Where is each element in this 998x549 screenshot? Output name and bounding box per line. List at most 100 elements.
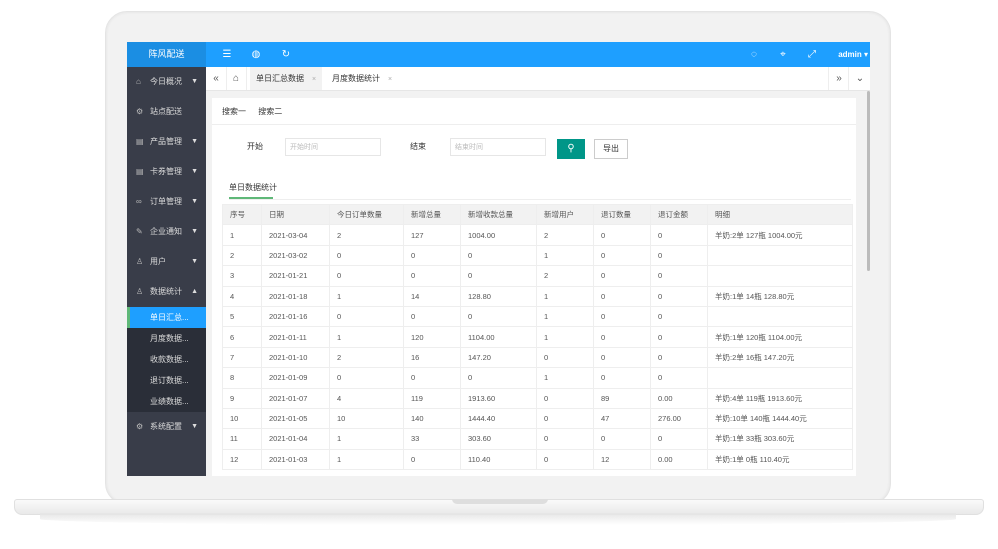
sidebar-item-users[interactable]: ♙ 用户 ▼ [127,247,206,277]
table-header-row: 序号 日期 今日订单数量 新增总量 新增收款总量 新增用户 退订数量 退订金额 明细 [222,203,853,226]
table-row[interactable]: 6 2021-01-11 1 120 1104.00 1 0 0 羊奶:1单 120瓶 1104… [222,326,853,348]
table-row[interactable]: 11 2021-01-04 1 33 303.60 0 0 0 羊奶:1单 33瓶 303.60… [222,428,853,450]
table-row[interactable]: 3 2021-01-21 0 0 0 2 0 0 [222,265,853,287]
tab-monthly-stats[interactable]: 月度数据统计 × [326,67,398,90]
table-row[interactable]: 2 2021-03-02 0 0 0 1 0 0 [222,244,853,267]
table-cell: 89 [593,387,651,409]
sidebar-item-overview[interactable]: ⌂ 今日概况 ▼ [127,67,206,97]
start-date-input[interactable]: 开始时间 [285,138,381,156]
export-button[interactable]: 导出 [594,139,628,159]
user-icon: ♙ [136,287,144,296]
end-label: 结束 [410,142,426,151]
table-row[interactable]: 5 2021-01-16 0 0 0 1 0 0 [222,305,853,328]
table-cell: 140 [403,407,461,430]
globe-icon[interactable]: ◍ [248,42,264,67]
sidebar-submenu: 单日汇总... 月度数据... 收款数据... 退订数据... 业绩数据... [127,307,206,412]
search-tab-2[interactable]: 搜索二 [258,103,282,121]
sidebar-subitem-unsubscribe[interactable]: 退订数据... [127,370,206,391]
refresh-icon[interactable]: ↻ [278,42,294,67]
sidebar-item-delivery[interactable]: ⚙ 站点配送 [127,97,206,127]
end-date-input[interactable]: 结束时间 [450,138,546,156]
sidebar-subitem-performance[interactable]: 业绩数据... [127,391,206,412]
table-cell [707,244,853,267]
column-header: 退订金额 [650,203,708,226]
table-row[interactable]: 10 2021-01-05 10 140 1444.40 0 47 276.00 羊奶:10单 … [222,407,853,430]
table-cell: 0 [593,326,651,348]
table-row[interactable]: 8 2021-01-09 0 0 0 1 0 0 [222,367,853,389]
table-cell: 0 [460,265,537,287]
user-name: admin [838,50,862,59]
table-cell: 0 [593,428,651,450]
search-button[interactable]: ⚲ [557,139,585,159]
table-cell: 2021-01-05 [261,407,330,430]
gear-icon: ⚙ [136,422,144,431]
table-cell: 2021-03-02 [261,244,330,267]
sidebar-item-notices[interactable]: ✎ 企业通知 ▼ [127,217,206,247]
table-row[interactable]: 12 2021-01-03 1 0 110.40 0 12 0.00 羊奶:1单 0瓶 110.… [222,448,853,471]
sidebar-item-orders[interactable]: ∞ 订单管理 ▼ [127,187,206,217]
table-row[interactable]: 7 2021-01-10 2 16 147.20 0 0 0 羊奶:2单 16瓶 147.20元 [222,346,853,369]
table-row[interactable]: 1 2021-03-04 2 127 1004.00 2 0 0 羊奶:2单 127瓶 1004… [222,224,853,246]
sidebar-item-products[interactable]: ▤ 产品管理 ▼ [127,127,206,157]
table-cell: 127 [403,224,461,246]
table-cell: 0 [650,326,708,348]
table-cell: 0 [460,367,537,389]
close-icon[interactable]: × [388,76,392,83]
table-cell: 2021-01-07 [261,387,330,409]
table-cell: 0 [593,265,651,287]
menu-icon[interactable]: ☰ [219,42,235,67]
table-cell: 8 [222,367,262,389]
sidebar-subitem-monthly[interactable]: 月度数据... [127,328,206,349]
chevron-down-icon: ▼ [191,423,198,430]
sidebar-item-statistics[interactable]: ♙ 数据统计 ▲ [127,277,206,307]
column-header: 新增总量 [403,203,461,226]
chevron-down-icon: ▼ [191,258,198,265]
table-cell: 1 [536,285,594,307]
table-cell: 1 [536,244,594,267]
table-row[interactable]: 9 2021-01-07 4 119 1913.60 0 89 0.00 羊奶:4单 119瓶 … [222,387,853,409]
tab-label: 单日汇总数据 [256,74,304,83]
sidebar-item-settings[interactable]: ⚙ 系统配置 ▼ [127,412,206,442]
table-cell: 羊奶:2单 16瓶 147.20元 [707,346,853,369]
table-row[interactable]: 4 2021-01-18 1 14 128.80 1 0 0 羊奶:1单 14瓶 128.80元 [222,285,853,307]
tab-scroll-left-icon[interactable]: « [206,67,227,90]
close-icon[interactable]: × [312,76,316,83]
tab-bar: « ⌂ 单日汇总数据 × 月度数据统计 × » ⌄ [206,67,870,91]
vertical-scrollbar[interactable] [867,91,870,271]
table-cell: 0 [593,224,651,246]
fullscreen-icon[interactable]: ⤢ [804,42,820,67]
table-cell: 33 [403,428,461,450]
main-content: 搜索一 搜索二 开始 开始时间 结束 结束时间 ⚲ 导出 单日数据统计 序号 日期… [206,91,870,476]
search-tab-1[interactable]: 搜索一 [222,103,246,121]
content-panel: 搜索一 搜索二 开始 开始时间 结束 结束时间 ⚲ 导出 单日数据统计 序号 日期… [212,98,856,476]
table-cell: 1 [536,367,594,389]
sidebar-subitem-daily[interactable]: 单日汇总... [127,307,206,328]
sidebar-item-coupons[interactable]: ▤ 卡券管理 ▼ [127,157,206,187]
tab-menu-chevron-icon[interactable]: ⌄ [848,67,870,90]
table-cell: 0 [329,244,404,267]
app-screen: 阵风配送 ☰ ◍ ↻ ◌ ⌖ ⤢ admin ▾ ⌂ 今日概况 ▼ ⚙ 站点配送 ▤ 产… [127,42,870,476]
table-cell: 9 [222,387,262,409]
tab-scroll-right-icon[interactable]: » [828,67,849,90]
table-cell: 6 [222,326,262,348]
table-cell: 0 [650,428,708,450]
user-menu[interactable]: admin ▾ [838,42,868,67]
tag-icon[interactable]: ⌖ [775,42,791,67]
home-tab-icon[interactable]: ⌂ [226,67,247,90]
table-cell: 0 [329,367,404,389]
table-cell: 0 [650,346,708,369]
tab-daily-summary[interactable]: 单日汇总数据 × [250,67,323,90]
table-body: 1 2021-03-04 2 127 1004.00 2 0 0 羊奶:2单 127瓶 1004… [222,224,853,471]
table-cell: 147.20 [460,346,537,369]
doc-icon: ▤ [136,137,144,146]
table-cell: 14 [403,285,461,307]
palette-icon[interactable]: ◌ [746,42,762,67]
chevron-down-icon: ▼ [191,168,198,175]
gear-icon: ⚙ [136,107,144,116]
table-cell: 2021-01-04 [261,428,330,450]
brand-logo[interactable]: 阵风配送 [127,42,206,67]
table-cell: 110.40 [460,448,537,471]
sidebar-subitem-payments[interactable]: 收款数据... [127,349,206,370]
table-cell: 4 [222,285,262,307]
table-cell: 0 [329,305,404,328]
